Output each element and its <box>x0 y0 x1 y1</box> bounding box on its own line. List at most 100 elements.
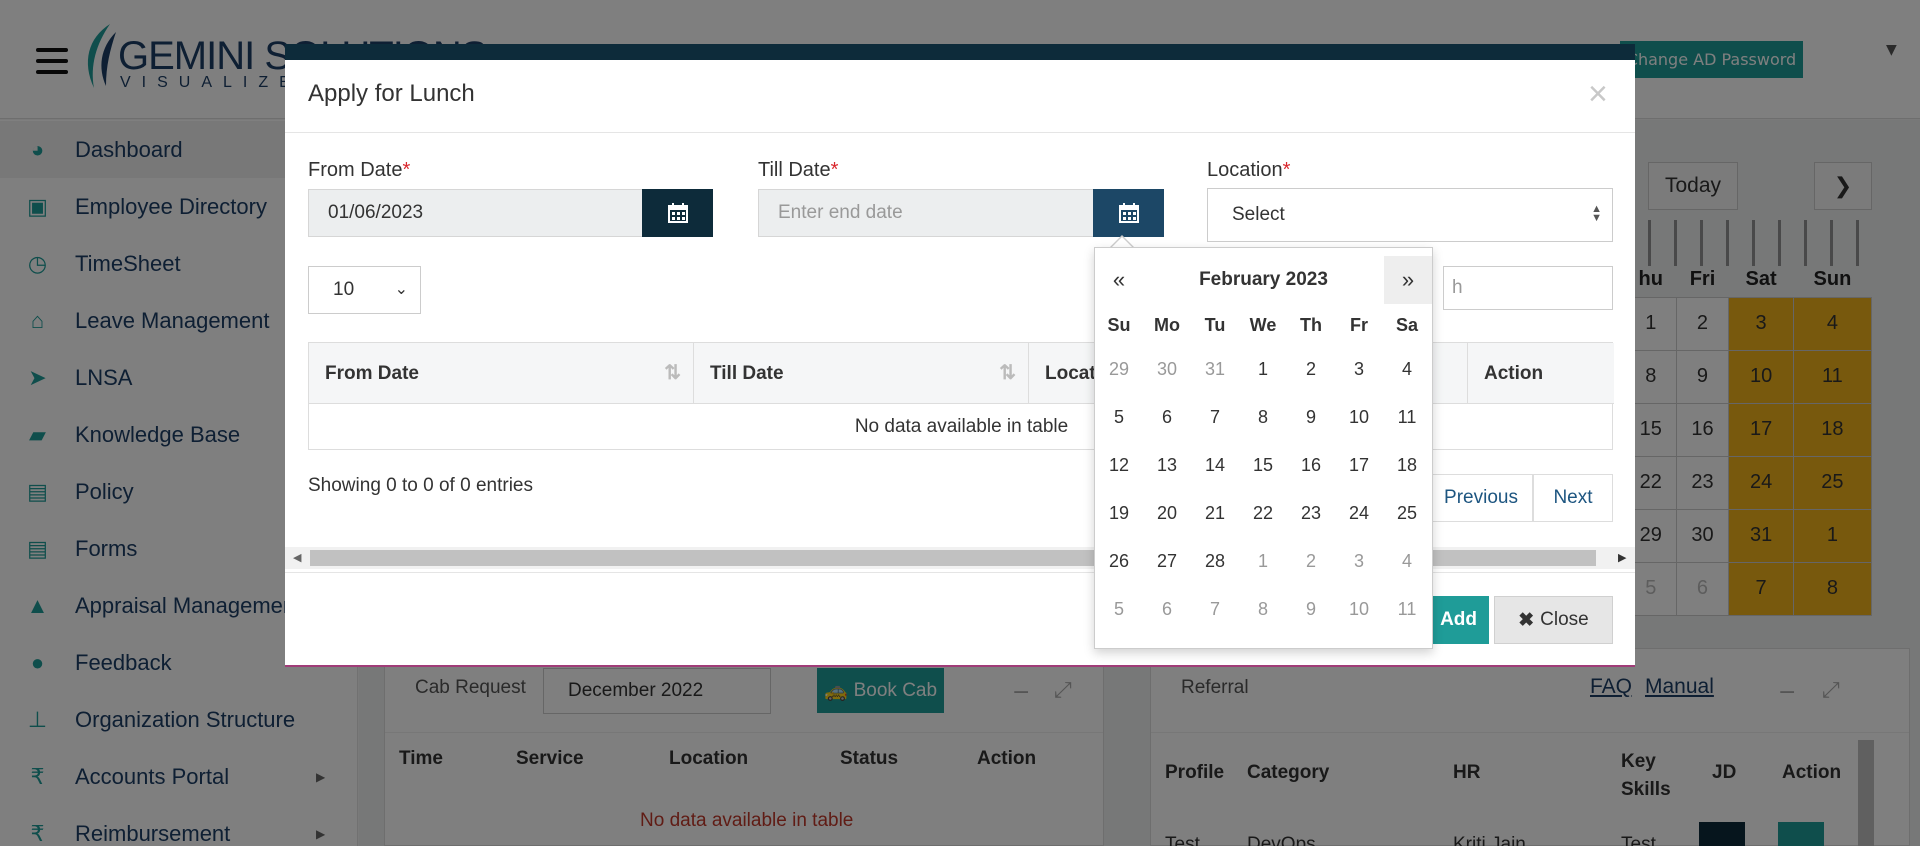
page-length-value: 10 <box>333 279 355 300</box>
weekday-label: Th <box>1300 315 1322 335</box>
location-label-text: Location <box>1207 159 1283 181</box>
scroll-right-icon[interactable]: ▶ <box>1618 551 1626 564</box>
till-date-label: Till Date* <box>758 159 838 182</box>
modal-top-strip <box>285 44 1635 60</box>
datepicker-day[interactable]: 1 <box>1239 537 1287 585</box>
datepicker-day[interactable]: 5 <box>1095 585 1143 633</box>
datepicker-day[interactable]: 19 <box>1095 489 1143 537</box>
from-date-input[interactable]: 01/06/2023 <box>308 189 643 237</box>
datepicker-day[interactable]: 15 <box>1239 441 1287 489</box>
close-button[interactable]: ✖ Close <box>1494 596 1613 644</box>
required-marker: * <box>830 159 839 181</box>
col-action: Action <box>1467 343 1614 404</box>
pagination-previous[interactable]: Previous <box>1429 474 1533 522</box>
datepicker-day[interactable]: 11 <box>1383 393 1431 441</box>
datepicker-day[interactable]: 30 <box>1143 345 1191 393</box>
till-date-input[interactable]: Enter end date <box>758 189 1094 237</box>
datepicker-day[interactable]: 4 <box>1383 537 1431 585</box>
datepicker-day-grid: 29 30 31 1 2 3 4 5 6 7 8 9 10 11 12 13 14 15 16 17 18 19 20 21 2… <box>1095 345 1434 633</box>
pagination-next[interactable]: Next <box>1533 474 1613 522</box>
col-till-date[interactable]: Till Date ⇅ <box>694 343 1029 404</box>
datepicker-popup: « February 2023 » Su Mo Tu We Th Fr Sa 2… <box>1094 247 1433 649</box>
datepicker-day[interactable]: 3 <box>1335 537 1383 585</box>
table-search-input[interactable]: h <box>1443 266 1613 310</box>
scroll-left-icon[interactable]: ◀ <box>293 551 301 564</box>
sort-icon: ⇅ <box>664 362 681 384</box>
calendar-icon <box>1118 203 1139 223</box>
datepicker-day[interactable]: 29 <box>1095 345 1143 393</box>
datepicker-day[interactable]: 1 <box>1239 345 1287 393</box>
location-select-value: Select <box>1232 204 1285 225</box>
search-input-text: h <box>1452 277 1463 298</box>
datepicker-day[interactable]: 14 <box>1191 441 1239 489</box>
datepicker-day[interactable]: 2 <box>1287 537 1335 585</box>
datepicker-day[interactable]: 25 <box>1383 489 1431 537</box>
modal-title: Apply for Lunch <box>308 80 475 107</box>
datepicker-day[interactable]: 28 <box>1191 537 1239 585</box>
datepicker-day[interactable]: 7 <box>1191 585 1239 633</box>
datepicker-day[interactable]: 10 <box>1335 393 1383 441</box>
modal-close-icon[interactable]: × <box>1588 75 1608 114</box>
till-date-placeholder: Enter end date <box>778 202 903 223</box>
modal-header: Apply for Lunch × <box>285 60 1635 133</box>
datepicker-day[interactable]: 8 <box>1239 585 1287 633</box>
col-location-label: Locati <box>1045 362 1101 384</box>
datepicker-day[interactable]: 13 <box>1143 441 1191 489</box>
from-date-label: From Date* <box>308 159 410 182</box>
location-select[interactable]: Select ▲ ▼ <box>1207 188 1613 242</box>
datepicker-day[interactable]: 7 <box>1191 393 1239 441</box>
datepicker-day[interactable]: 9 <box>1287 393 1335 441</box>
datepicker-day[interactable]: 16 <box>1287 441 1335 489</box>
datepicker-weekday-row: Su Mo Tu We Th Fr Sa <box>1095 305 1434 345</box>
datepicker-day[interactable]: 10 <box>1335 585 1383 633</box>
col-action-label: Action <box>1484 362 1544 384</box>
close-button-label: Close <box>1540 609 1589 630</box>
page-length-select[interactable]: 10 ⌄ <box>308 266 421 314</box>
datepicker-day[interactable]: 17 <box>1335 441 1383 489</box>
weekday-label: Tu <box>1204 315 1226 335</box>
datepicker-day[interactable]: 31 <box>1191 345 1239 393</box>
datepicker-day[interactable]: 5 <box>1095 393 1143 441</box>
weekday-label: Fr <box>1350 315 1368 335</box>
datepicker-day[interactable]: 11 <box>1383 585 1431 633</box>
datepicker-day[interactable]: 6 <box>1143 585 1191 633</box>
weekday-label: Su <box>1107 315 1131 335</box>
datepicker-day[interactable]: 22 <box>1239 489 1287 537</box>
sort-icon: ⇅ <box>999 362 1016 384</box>
weekday-label: Mo <box>1154 315 1180 335</box>
from-date-label-text: From Date <box>308 159 403 181</box>
required-marker: * <box>402 159 411 181</box>
weekday-label: We <box>1249 315 1277 335</box>
calendar-icon <box>667 203 688 223</box>
location-label: Location* <box>1207 159 1290 182</box>
datepicker-day[interactable]: 27 <box>1143 537 1191 585</box>
from-date-value: 01/06/2023 <box>328 202 424 223</box>
col-from-date[interactable]: From Date ⇅ <box>309 343 694 404</box>
datepicker-day[interactable]: 21 <box>1191 489 1239 537</box>
datepicker-next-button[interactable]: » <box>1384 256 1432 304</box>
table-info: Showing 0 to 0 of 0 entries <box>308 475 533 496</box>
datepicker-day[interactable]: 8 <box>1239 393 1287 441</box>
datepicker-day[interactable]: 9 <box>1287 585 1335 633</box>
datepicker-day[interactable]: 12 <box>1095 441 1143 489</box>
close-x-icon: ✖ <box>1518 609 1535 631</box>
chevron-down-icon: ⌄ <box>394 281 408 298</box>
required-marker: * <box>1282 159 1291 181</box>
till-date-label-text: Till Date <box>758 159 831 181</box>
datepicker-day[interactable]: 23 <box>1287 489 1335 537</box>
datepicker-day[interactable]: 4 <box>1383 345 1431 393</box>
datepicker-month-title[interactable]: February 2023 <box>1143 256 1384 304</box>
col-from-date-label: From Date <box>325 362 419 384</box>
select-arrows-icon: ▲ ▼ <box>1591 203 1602 224</box>
datepicker-day[interactable]: 3 <box>1335 345 1383 393</box>
datepicker-day[interactable]: 2 <box>1287 345 1335 393</box>
datepicker-prev-button[interactable]: « <box>1095 256 1143 304</box>
till-date-calendar-button[interactable] <box>1093 189 1164 237</box>
datepicker-day[interactable]: 20 <box>1143 489 1191 537</box>
datepicker-day[interactable]: 6 <box>1143 393 1191 441</box>
datepicker-day[interactable]: 24 <box>1335 489 1383 537</box>
datepicker-day[interactable]: 18 <box>1383 441 1431 489</box>
col-till-date-label: Till Date <box>710 362 784 384</box>
from-date-calendar-button[interactable] <box>642 189 713 237</box>
datepicker-day[interactable]: 26 <box>1095 537 1143 585</box>
